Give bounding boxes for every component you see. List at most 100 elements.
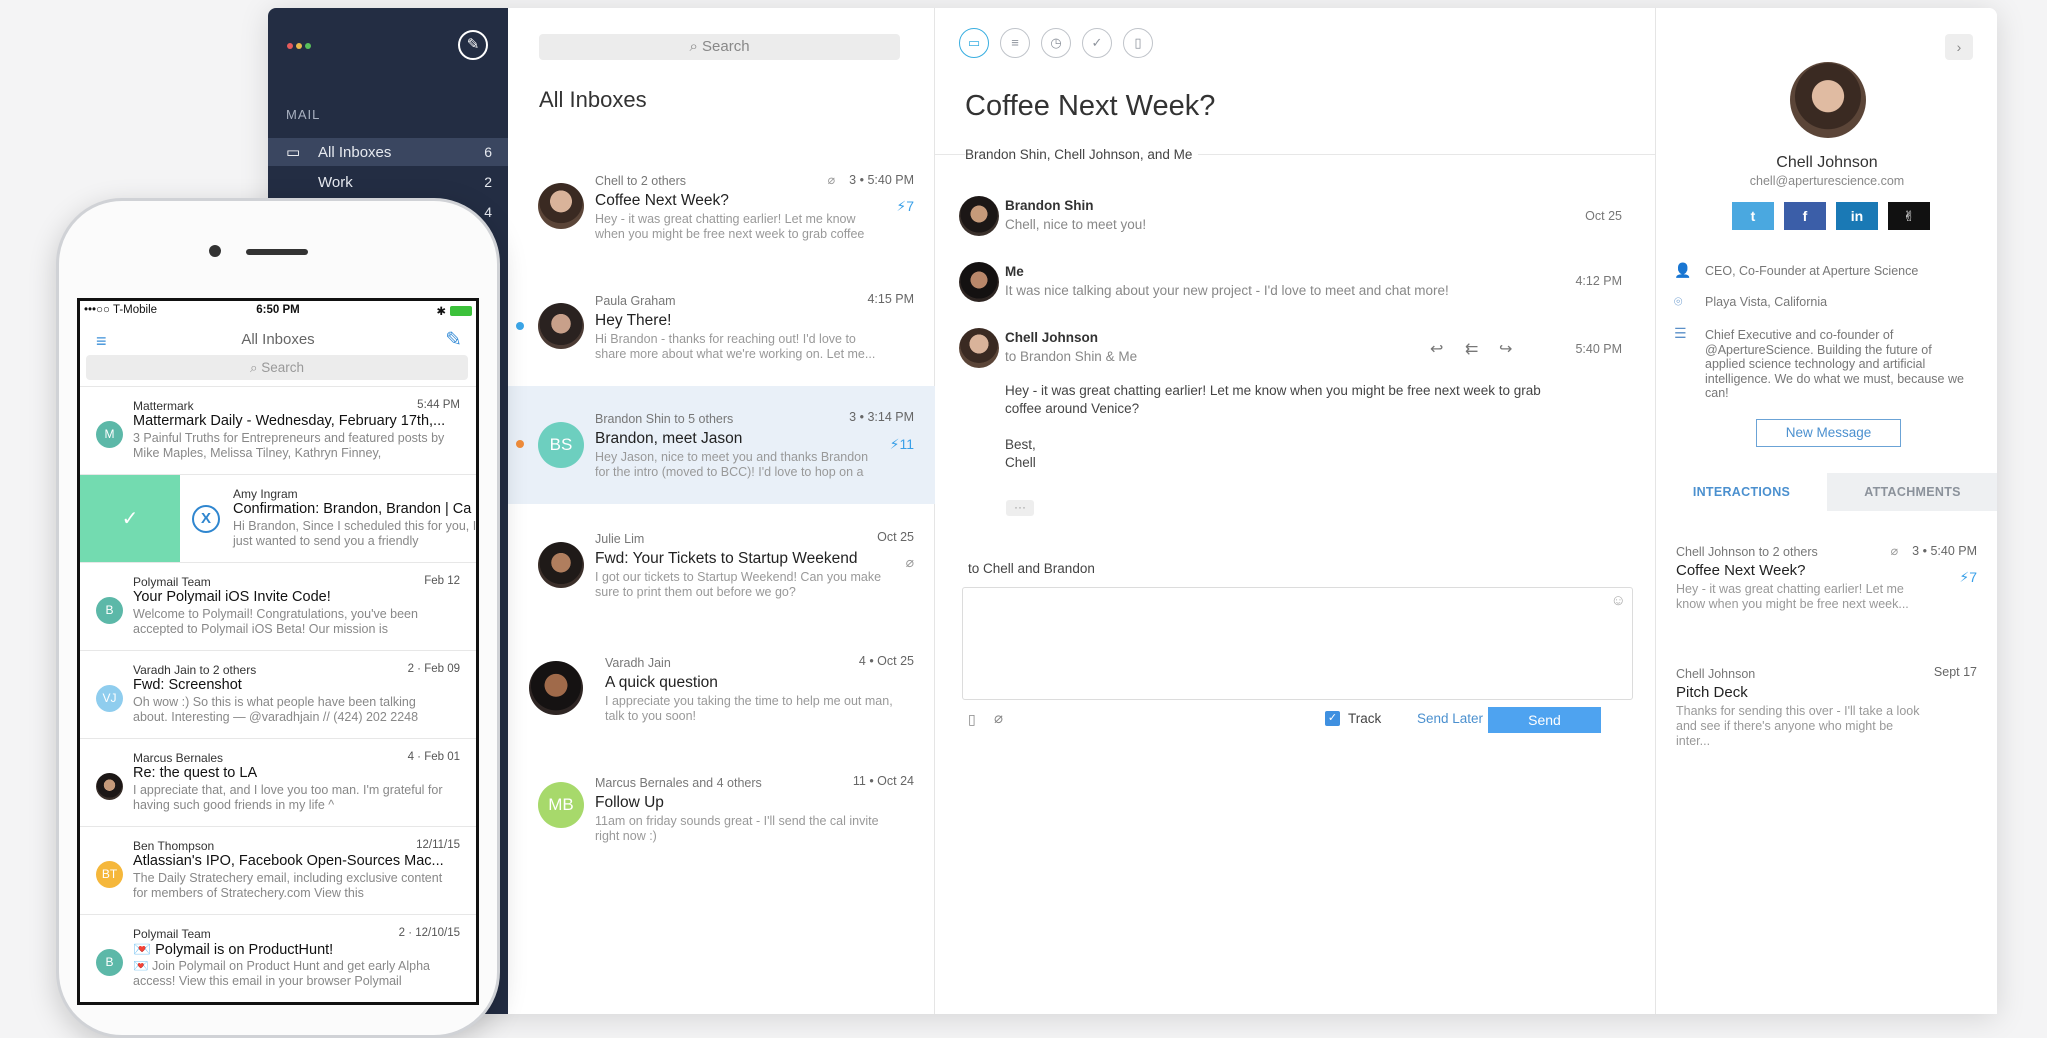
reply-icon[interactable]: ↩ <box>1430 339 1443 359</box>
avatar: MB <box>538 782 584 828</box>
avatar: X <box>192 505 220 533</box>
mail-subject: Follow Up <box>595 794 664 811</box>
reply-recipients[interactable]: to Chell and Brandon <box>968 561 1095 576</box>
mail-from: Polymail Team <box>133 927 211 941</box>
send-button[interactable]: Send <box>1488 707 1601 733</box>
avatar <box>529 661 583 715</box>
phone-list-item[interactable]: B Polymail Team Feb 12 Your Polymail iOS… <box>80 562 476 650</box>
mail-from: Varadh Jain to 2 others <box>133 663 257 677</box>
message-snippet[interactable]: Chell, nice to meet you! <box>1005 217 1146 232</box>
mail-meta: 11 • Oct 24 <box>852 774 914 788</box>
mail-preview: Oh wow :) So this is what people have be… <box>133 695 419 724</box>
mail-from: Paula Graham <box>595 294 676 308</box>
compose-icon[interactable]: ✎ <box>458 30 488 60</box>
mail-subject: Re: the quest to LA <box>133 765 258 781</box>
linkedin-icon[interactable]: in <box>1836 202 1878 230</box>
interaction-from: Chell Johnson <box>1676 667 1756 681</box>
emoji-icon[interactable]: ☺ <box>1611 592 1626 609</box>
bolt-count: ⚡7 <box>896 198 914 214</box>
phone-list-item[interactable]: M Mattermark 5:44 PM Mattermark Daily - … <box>80 386 476 474</box>
list-icon[interactable]: ≡ <box>1000 28 1030 58</box>
sidebar-item-count: 2 <box>484 174 492 190</box>
mail-from: Marcus Bernales and 4 others <box>595 776 762 790</box>
mail-list-pane: ⌕ Search All Inboxes Chell to 2 others ⌀… <box>508 8 935 1014</box>
paperclip-icon: ⌀ <box>827 173 836 187</box>
mail-date: 2 · Feb 09 <box>407 663 460 675</box>
trash-icon[interactable]: ▯ <box>1123 28 1153 58</box>
swipe-check-icon[interactable]: ✓ <box>80 475 180 562</box>
list-item[interactable]: MB Marcus Bernales and 4 others 11 • Oct… <box>508 746 935 864</box>
new-message-button[interactable]: New Message <box>1756 419 1901 447</box>
window-controls[interactable] <box>287 36 314 54</box>
sidebar-item-all-inboxes[interactable]: ▭ All Inboxes 6 <box>268 138 508 166</box>
list-item[interactable]: Chell to 2 others ⌀ 3 • 5:40 PM Coffee Ne… <box>508 148 935 266</box>
reply-textarea[interactable]: ☺ <box>962 587 1633 700</box>
interaction-meta: Sept 17 <box>1933 665 1977 679</box>
phone-device: •••○○ T-Mobile 6:50 PM ✱ ≡ All Inboxes ✎… <box>56 198 500 1038</box>
interaction-from: Chell Johnson to 2 others <box>1676 545 1818 559</box>
message-sender: Me <box>1005 264 1024 279</box>
interaction-item[interactable]: Chell Johnson to 2 others ⌀ 3 • 5:40 PM C… <box>1656 533 1997 653</box>
list-item[interactable]: Paula Graham 4:15 PM Hey There! Hi Brand… <box>508 268 935 386</box>
mail-from: Julie Lim <box>595 532 645 546</box>
compose-icon[interactable]: ✎ <box>445 327 462 352</box>
interaction-subject: Pitch Deck <box>1676 684 1748 701</box>
mail-preview: I got our tickets to Startup Weekend! Ca… <box>595 570 882 599</box>
mail-preview: Hi Brandon, Since I scheduled this for y… <box>233 519 476 548</box>
message-snippet[interactable]: It was nice talking about your new proje… <box>1005 283 1449 298</box>
sidebar-item-work[interactable]: Work 2 <box>268 168 508 196</box>
trash-icon[interactable]: ▯ <box>968 711 976 728</box>
chevron-right-icon[interactable]: › <box>1945 34 1973 60</box>
mail-date: 12/11/15 <box>416 839 460 851</box>
list-item[interactable]: Julie Lim Oct 25 Fwd: Your Tickets to St… <box>508 506 935 624</box>
inbox-icon: ▭ <box>286 144 301 161</box>
paperclip-icon: ⌀ <box>1890 544 1899 558</box>
tab-attachments[interactable]: ATTACHMENTS <box>1827 473 1997 511</box>
message-date: 5:40 PM <box>1575 342 1622 356</box>
interaction-item[interactable]: Chell Johnson Sept 17 Pitch Deck Thanks … <box>1656 655 1997 775</box>
unread-dot <box>516 322 524 330</box>
profile-email[interactable]: chell@aperturescience.com <box>1656 174 1997 188</box>
forward-icon[interactable]: ↪ <box>1499 339 1512 359</box>
twitter-icon[interactable]: t <box>1732 202 1774 230</box>
zoom-dot[interactable] <box>305 43 311 49</box>
message-body: Hey - it was great chatting earlier! Let… <box>1005 382 1545 472</box>
track-checkbox[interactable]: ✓ <box>1325 711 1340 726</box>
list-item-selected[interactable]: BS Brandon Shin to 5 others 3 • 3:14 PM … <box>508 386 935 504</box>
mail-date: 4 · Feb 01 <box>407 751 460 763</box>
mail-subject: Confirmation: Brandon, Brandon | Ca <box>233 501 472 517</box>
minimize-dot[interactable] <box>296 43 302 49</box>
mail-meta: 4 • Oct 25 <box>858 654 914 668</box>
phone-list-item[interactable]: BT Ben Thompson 12/11/15 Atlassian's IPO… <box>80 826 476 914</box>
profile-name: Chell Johnson <box>1776 154 1878 171</box>
search-icon: ⌕ <box>249 360 262 375</box>
angellist-icon[interactable]: ✌ <box>1888 202 1930 230</box>
mail-preview: Hi Brandon - thanks for reaching out! I'… <box>595 332 876 361</box>
paperclip-icon[interactable]: ⌀ <box>994 709 1003 727</box>
phone-list-item-swiped[interactable]: ✓ X Amy Ingram Confirmation: Brandon, Br… <box>80 474 476 562</box>
mail-date: Feb 12 <box>424 575 460 587</box>
search-input[interactable]: ⌕ Search <box>539 34 900 60</box>
avatar <box>538 542 584 588</box>
phone-list-item[interactable]: B Polymail Team 2 · 12/10/15 💌 Polymail … <box>80 914 476 1002</box>
facebook-icon[interactable]: f <box>1784 202 1826 230</box>
message-subject: Coffee Next Week? <box>965 90 1216 122</box>
mail-meta: ⌀ 3 • 5:40 PM <box>828 172 914 187</box>
phone-search-input[interactable]: ⌕ Search <box>86 355 468 380</box>
avatar: B <box>96 597 123 624</box>
interaction-meta: ⌀ 3 • 5:40 PM <box>1891 543 1977 558</box>
expand-quoted-button[interactable]: ··· <box>1006 500 1034 516</box>
list-title: All Inboxes <box>539 87 647 112</box>
reply-all-icon[interactable]: ⇇ <box>1465 339 1478 359</box>
phone-list-item[interactable]: VJ Varadh Jain to 2 others 2 · Feb 09 Fw… <box>80 650 476 738</box>
tab-interactions[interactable]: INTERACTIONS <box>1656 473 1827 511</box>
inbox-icon[interactable]: ▭ <box>959 28 989 58</box>
list-item[interactable]: Varadh Jain 4 • Oct 25 A quick question … <box>508 626 935 744</box>
close-dot[interactable] <box>287 43 293 49</box>
check-icon[interactable]: ✓ <box>1082 28 1112 58</box>
avatar <box>959 328 999 368</box>
phone-list-item[interactable]: Marcus Bernales 4 · Feb 01 Re: the quest… <box>80 738 476 826</box>
clock-icon[interactable]: ◷ <box>1041 28 1071 58</box>
interaction-subject: Coffee Next Week? <box>1676 562 1806 579</box>
send-later-button[interactable]: Send Later <box>1417 711 1483 726</box>
